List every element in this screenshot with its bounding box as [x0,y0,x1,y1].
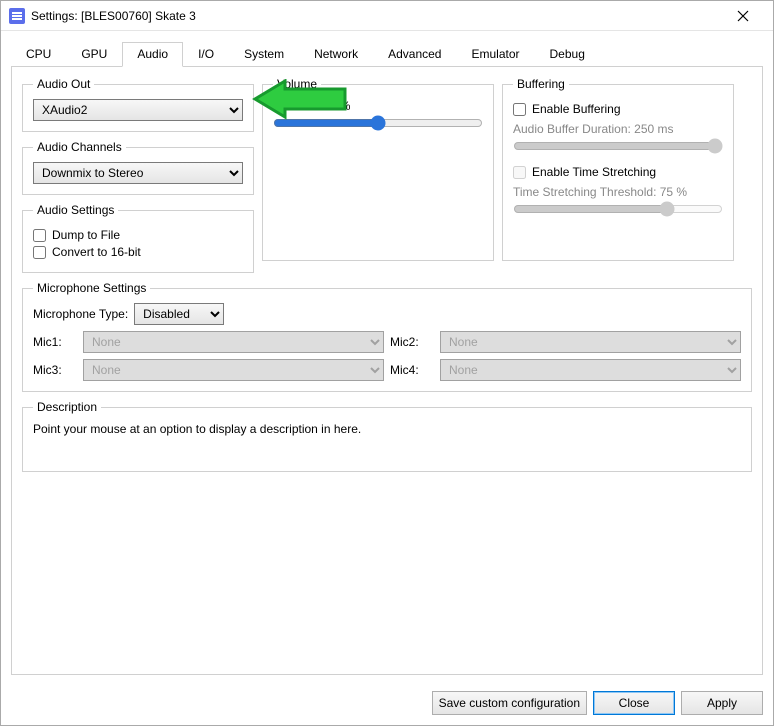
enable-buffering-label: Enable Buffering [532,102,621,116]
settings-window: Settings: [BLES00760] Skate 3 CPU GPU Au… [0,0,774,726]
audio-channels-group: Audio Channels Downmix to Stereo [22,140,254,195]
buffering-legend: Buffering [513,77,569,91]
description-group: Description Point your mouse at an optio… [22,400,752,472]
stretch-threshold-label: Time Stretching Threshold: 75 % [513,185,723,199]
tab-system[interactable]: System [229,42,299,67]
tab-gpu[interactable]: GPU [66,42,122,67]
button-bar: Save custom configuration Close Apply [1,685,773,725]
buffer-duration-slider [513,138,723,154]
window-title: Settings: [BLES00760] Skate 3 [31,9,721,23]
save-config-button[interactable]: Save custom configuration [432,691,587,715]
app-icon [9,8,25,24]
mic4-label: Mic4: [390,363,434,377]
mic2-label: Mic2: [390,335,434,349]
enable-stretching-row: Enable Time Stretching [513,165,723,179]
enable-stretching-checkbox [513,166,526,179]
buffer-duration-label: Audio Buffer Duration: 250 ms [513,122,723,136]
tab-network[interactable]: Network [299,42,373,67]
titlebar: Settings: [BLES00760] Skate 3 [1,1,773,31]
microphone-group: Microphone Settings Microphone Type: Dis… [22,281,752,392]
audio-tab-panel: Audio Out XAudio2 Audio Channels Downmix… [11,66,763,675]
audio-settings-legend: Audio Settings [33,203,118,217]
audio-channels-select[interactable]: Downmix to Stereo [33,162,243,184]
close-button[interactable]: Close [593,691,675,715]
enable-stretching-label: Enable Time Stretching [532,165,656,179]
tab-advanced[interactable]: Advanced [373,42,456,67]
dump-to-file-row[interactable]: Dump to File [33,228,243,242]
mic1-label: Mic1: [33,335,77,349]
master-volume-label: Master: 100 % [273,99,483,113]
mic4-select: None [440,359,741,381]
microphone-legend: Microphone Settings [33,281,150,295]
description-text: Point your mouse at an option to display… [33,422,741,436]
enable-buffering-row[interactable]: Enable Buffering [513,102,723,116]
mic3-select: None [83,359,384,381]
stretch-threshold-slider [513,201,723,217]
audio-out-legend: Audio Out [33,77,94,91]
mic1-select: None [83,331,384,353]
mic3-label: Mic3: [33,363,77,377]
mic-type-label: Microphone Type: [33,307,128,321]
close-window-button[interactable] [721,2,765,30]
enable-buffering-checkbox[interactable] [513,103,526,116]
buffering-group: Buffering Enable Buffering Audio Buffer … [502,77,734,261]
tab-io[interactable]: I/O [183,42,229,67]
audio-settings-group: Audio Settings Dump to File Convert to 1… [22,203,254,273]
volume-legend: Volume [273,77,321,91]
left-column: Audio Out XAudio2 Audio Channels Downmix… [22,77,254,273]
audio-channels-legend: Audio Channels [33,140,126,154]
audio-out-group: Audio Out XAudio2 [22,77,254,132]
tab-bar: CPU GPU Audio I/O System Network Advance… [11,41,763,66]
description-legend: Description [33,400,101,414]
volume-group: Volume Master: 100 % [262,77,494,261]
audio-out-select[interactable]: XAudio2 [33,99,243,121]
close-icon [737,10,749,22]
convert-16bit-checkbox[interactable] [33,246,46,259]
convert-16bit-row[interactable]: Convert to 16-bit [33,245,243,259]
dump-to-file-label: Dump to File [52,228,120,242]
tab-audio[interactable]: Audio [122,42,183,67]
master-volume-slider[interactable] [273,115,483,131]
top-row: Audio Out XAudio2 Audio Channels Downmix… [22,77,752,273]
mic-type-select[interactable]: Disabled [134,303,224,325]
dump-to-file-checkbox[interactable] [33,229,46,242]
mic2-select: None [440,331,741,353]
tab-emulator[interactable]: Emulator [456,42,534,67]
tab-debug[interactable]: Debug [535,42,600,67]
apply-button[interactable]: Apply [681,691,763,715]
tab-cpu[interactable]: CPU [11,42,66,67]
convert-16bit-label: Convert to 16-bit [52,245,141,259]
